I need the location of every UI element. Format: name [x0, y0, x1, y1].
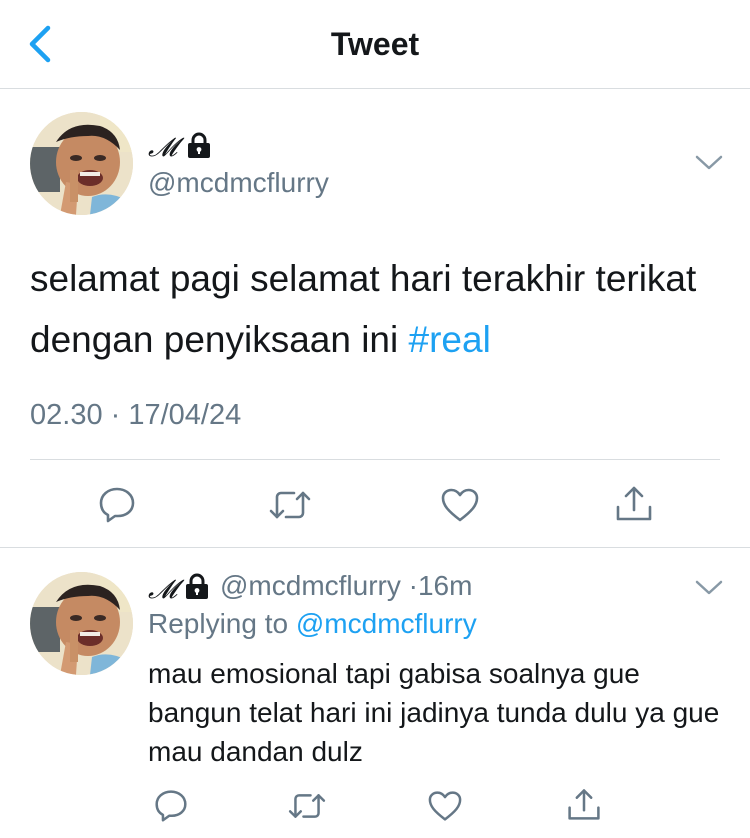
tweet-text: selamat pagi selamat hari terakhir terik…	[30, 248, 720, 370]
reply-avatar[interactable]	[30, 572, 133, 675]
reply-like-button[interactable]	[427, 790, 463, 827]
main-tweet: 𝓜 @mcdmcflurry selamat pagi selamat hari…	[0, 89, 750, 548]
replying-prefix: Replying to	[148, 608, 296, 639]
retweet-button[interactable]	[268, 487, 312, 528]
comment-icon	[155, 790, 187, 822]
comment-icon	[99, 487, 135, 523]
lock-icon	[186, 573, 208, 599]
page-title: Tweet	[330, 26, 420, 62]
reply-retweet-button[interactable]	[287, 790, 327, 827]
display-name[interactable]: 𝓜	[148, 133, 177, 164]
like-icon	[428, 791, 462, 821]
chevron-down-icon[interactable]	[694, 578, 724, 598]
reply-meta: @mcdmcflurry ·16m	[220, 570, 472, 602]
retweet-icon	[269, 491, 311, 519]
header-bar: Tweet	[0, 0, 750, 89]
tweet-body: selamat pagi selamat hari terakhir terik…	[30, 258, 697, 360]
user-handle[interactable]: @mcdmcflurry	[148, 167, 329, 199]
chevron-down-icon[interactable]	[694, 153, 724, 173]
share-icon	[568, 789, 600, 820]
mention-link[interactable]: @mcdmcflurry	[296, 608, 477, 639]
reply-handle[interactable]: @mcdmcflurry	[220, 570, 401, 601]
reply-display-name[interactable]: 𝓜	[148, 575, 177, 606]
avatar-image	[30, 572, 133, 675]
retweet-icon	[288, 794, 326, 818]
lock-icon	[188, 132, 210, 158]
reply-time: 16m	[417, 570, 473, 601]
avatar-image	[30, 112, 133, 215]
reply-text: mau emosional tapi gabisa soalnya gue ba…	[148, 658, 720, 767]
share-icon	[616, 486, 652, 521]
reply-comment-button[interactable]	[154, 788, 188, 827]
tweet-timestamp: 02.30 · 17/04/24	[30, 399, 242, 431]
avatar[interactable]	[30, 112, 133, 215]
reply-share-button[interactable]	[566, 786, 602, 827]
comment-button[interactable]	[98, 485, 136, 528]
like-button[interactable]	[440, 487, 480, 528]
replying-to-line: Replying to @mcdmcflurry	[148, 608, 477, 640]
hashtag-link[interactable]: #real	[409, 319, 491, 360]
meta-separator: ·	[408, 570, 418, 601]
like-icon	[441, 488, 479, 522]
share-button[interactable]	[614, 483, 654, 528]
divider	[30, 459, 720, 460]
